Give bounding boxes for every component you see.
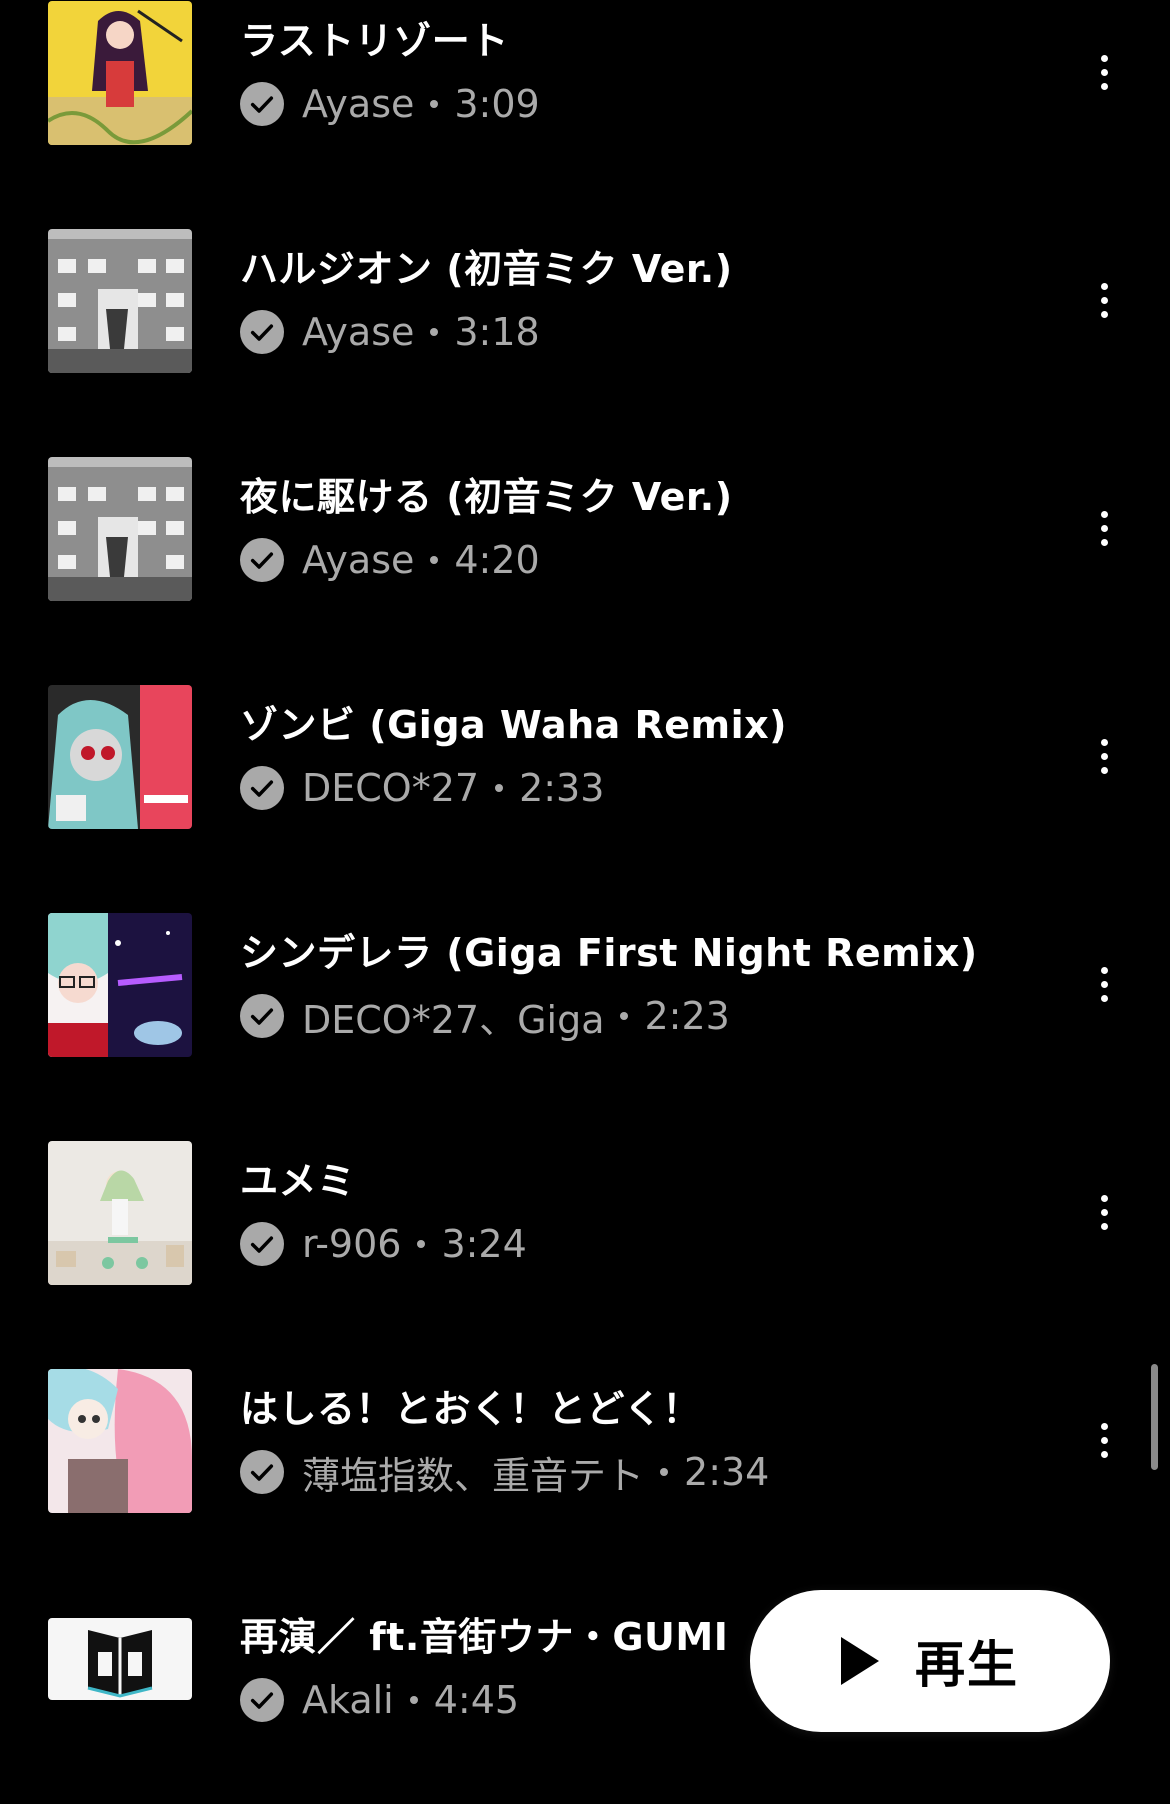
scrollbar[interactable] xyxy=(1151,1364,1158,1470)
track-duration: 2:34 xyxy=(684,1450,770,1494)
downloaded-check-icon xyxy=(240,1678,284,1722)
downloaded-check-icon xyxy=(240,310,284,354)
play-button-label: 再生 xyxy=(915,1636,1019,1694)
track-row[interactable]: ゾンビ (Giga Waha Remix) DECO*27 2:33 xyxy=(0,664,1170,892)
track-duration: 3:09 xyxy=(454,82,540,126)
track-title: シンデレラ (Giga First Night Remix) xyxy=(240,931,978,975)
track-row[interactable]: ラストリゾート Ayase 3:09 xyxy=(0,0,1170,208)
track-duration: 3:24 xyxy=(441,1222,527,1266)
downloaded-check-icon xyxy=(240,1222,284,1266)
more-options-icon[interactable] xyxy=(1086,726,1122,786)
separator-dot xyxy=(495,784,504,792)
separator-dot xyxy=(430,100,439,108)
track-meta: Ayase 4:20 xyxy=(240,536,540,584)
separator-dot xyxy=(417,1240,426,1248)
more-options-icon[interactable] xyxy=(1086,1410,1122,1470)
track-artist: Ayase xyxy=(302,310,415,354)
more-options-icon[interactable] xyxy=(1086,1182,1122,1242)
separator-dot xyxy=(409,1696,418,1704)
more-options-icon[interactable] xyxy=(1086,498,1122,558)
album-art xyxy=(48,229,192,373)
track-meta: DECO*27 2:33 xyxy=(240,764,604,812)
album-art xyxy=(48,1141,192,1285)
separator-dot xyxy=(430,556,439,564)
track-artist: DECO*27 xyxy=(302,766,480,810)
track-duration: 2:33 xyxy=(519,766,605,810)
track-artist: r-906 xyxy=(302,1222,402,1266)
track-title: ハルジオン (初音ミク Ver.) xyxy=(240,247,733,291)
track-title: 再演／ ft.音街ウナ・GUMI xyxy=(240,1615,729,1659)
downloaded-check-icon xyxy=(240,994,284,1038)
album-art xyxy=(48,1618,192,1700)
track-title: ラストリゾート xyxy=(240,19,509,63)
separator-dot xyxy=(660,1468,669,1476)
track-title: ゾンビ (Giga Waha Remix) xyxy=(240,703,788,747)
album-art xyxy=(48,1369,192,1513)
more-options-icon[interactable] xyxy=(1086,270,1122,330)
track-title: はしる！とおく！とどく！ xyxy=(240,1387,701,1431)
track-artist: 薄塩指数、重音テト xyxy=(302,1453,645,1498)
track-row[interactable]: シンデレラ (Giga First Night Remix) DECO*27、G… xyxy=(0,892,1170,1120)
track-list: ラストリゾート Ayase 3:09 ハルジオン (初音ミク Ver.) Aya… xyxy=(0,0,1170,1804)
downloaded-check-icon xyxy=(240,1450,284,1494)
album-art xyxy=(48,1,192,145)
track-meta: Ayase 3:09 xyxy=(240,80,540,128)
track-artist: Ayase xyxy=(302,538,415,582)
downloaded-check-icon xyxy=(240,766,284,810)
downloaded-check-icon xyxy=(240,82,284,126)
track-artist: Ayase xyxy=(302,82,415,126)
play-button[interactable]: 再生 xyxy=(750,1590,1110,1732)
track-meta: Akali 4:45 xyxy=(240,1676,519,1724)
track-artist: DECO*27、Giga xyxy=(302,997,605,1042)
track-title: 夜に駆ける (初音ミク Ver.) xyxy=(240,475,733,519)
separator-dot xyxy=(430,328,439,336)
album-art xyxy=(48,913,192,1057)
more-options-icon[interactable] xyxy=(1086,954,1122,1014)
track-row[interactable]: はしる！とおく！とどく！ 薄塩指数、重音テト 2:34 xyxy=(0,1348,1170,1576)
track-row[interactable]: ユメミ r-906 3:24 xyxy=(0,1120,1170,1348)
play-icon xyxy=(841,1637,879,1685)
track-duration: 4:45 xyxy=(433,1678,520,1722)
more-options-icon[interactable] xyxy=(1086,42,1122,102)
downloaded-check-icon xyxy=(240,538,284,582)
separator-dot xyxy=(620,1012,629,1020)
track-meta: 薄塩指数、重音テト 2:34 xyxy=(240,1448,770,1498)
track-duration: 4:20 xyxy=(454,538,540,582)
track-meta: DECO*27、Giga 2:23 xyxy=(240,992,730,1042)
track-artist: Akali xyxy=(302,1678,394,1722)
track-duration: 2:23 xyxy=(644,994,730,1038)
track-title: ユメミ xyxy=(240,1159,356,1203)
track-duration: 3:18 xyxy=(454,310,540,354)
track-meta: Ayase 3:18 xyxy=(240,308,540,356)
album-art xyxy=(48,457,192,601)
track-row[interactable]: 夜に駆ける (初音ミク Ver.) Ayase 4:20 xyxy=(0,436,1170,664)
album-art xyxy=(48,685,192,829)
track-row[interactable]: ハルジオン (初音ミク Ver.) Ayase 3:18 xyxy=(0,208,1170,436)
track-meta: r-906 3:24 xyxy=(240,1220,527,1268)
